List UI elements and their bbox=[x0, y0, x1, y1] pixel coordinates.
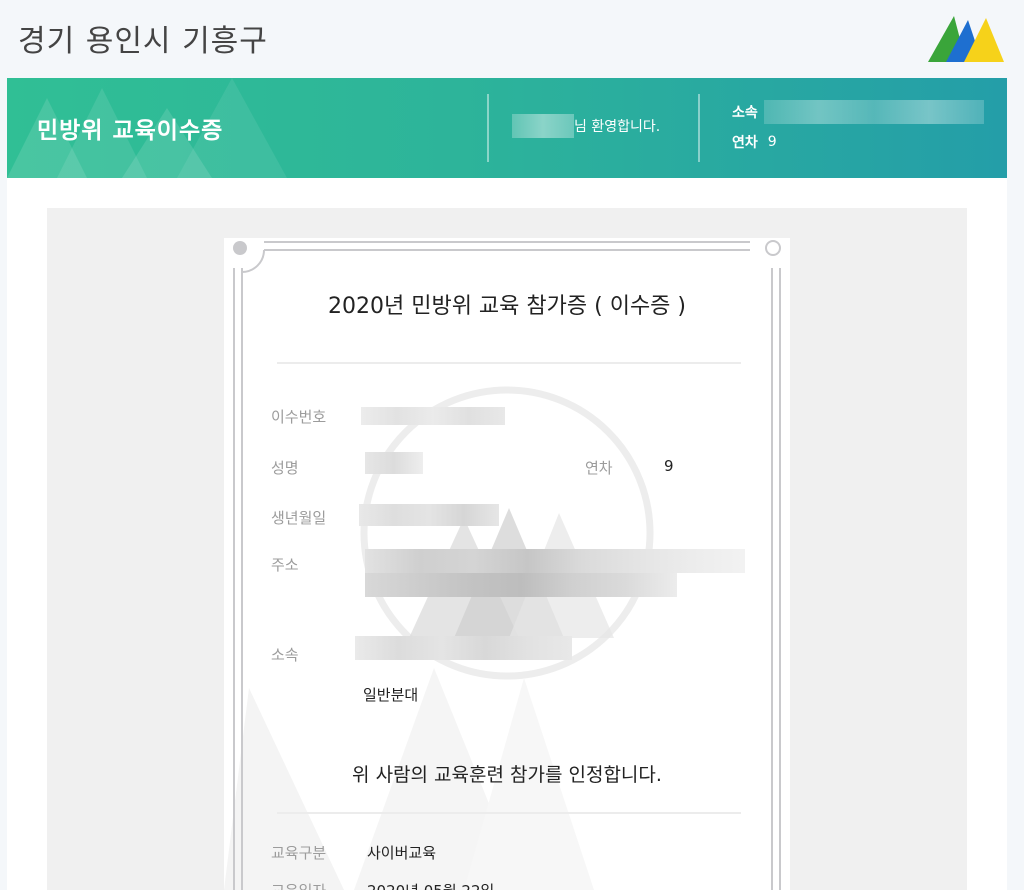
redacted-address-line-2 bbox=[365, 573, 677, 597]
year-label: 연차 bbox=[585, 459, 613, 477]
redacted-affiliation bbox=[355, 636, 572, 660]
city-title: 경기 용인시 기흥구 bbox=[18, 24, 268, 59]
banner-divider bbox=[487, 94, 489, 162]
redacted-address-line-1 bbox=[365, 549, 745, 573]
top-bar: 경기 용인시 기흥구 bbox=[0, 0, 1024, 78]
welcome-suffix: 님 환영합니다. bbox=[574, 119, 661, 135]
banner: 민방위 교육이수증 님 환영합니다. 소속 연차 9 bbox=[7, 78, 1007, 178]
welcome-message: 님 환영합니다. bbox=[512, 114, 660, 138]
birth-date-label: 생년월일 bbox=[271, 509, 327, 527]
redacted-affiliation bbox=[763, 100, 984, 124]
redacted-birth-date bbox=[359, 504, 499, 526]
affiliation-label: 소속 bbox=[732, 105, 758, 121]
education-type-value: 사이버교육 bbox=[367, 844, 437, 862]
affiliation-label: 소속 bbox=[271, 646, 299, 664]
year-value: 9 bbox=[664, 457, 674, 475]
year-label: 연차 bbox=[732, 135, 758, 151]
city-logo-icon[interactable] bbox=[928, 14, 1006, 64]
unit-value: 일반분대 bbox=[363, 686, 419, 704]
banner-affiliation: 소속 bbox=[732, 100, 984, 124]
banner-divider bbox=[698, 94, 700, 162]
education-date-label: 교육일자 bbox=[271, 880, 326, 890]
address-label: 주소 bbox=[271, 556, 299, 574]
divider bbox=[277, 812, 741, 814]
education-type-label: 교육구분 bbox=[271, 844, 327, 862]
certificate: 2020년 민방위 교육 참가증 ( 이수증 ) 이수번호 성명 연차 9 생년… bbox=[224, 238, 790, 890]
redacted-user-name bbox=[512, 114, 574, 138]
recognition-statement: 위 사람의 교육훈련 참가를 인정합니다. bbox=[352, 764, 662, 786]
divider bbox=[277, 362, 741, 364]
banner-year: 연차 9 bbox=[732, 132, 777, 152]
redacted-certificate-number bbox=[361, 407, 505, 425]
name-label: 성명 bbox=[271, 459, 299, 477]
redacted-name bbox=[365, 452, 423, 474]
year-value: 9 bbox=[767, 134, 777, 150]
certificate-title: 2020년 민방위 교육 참가증 ( 이수증 ) bbox=[328, 294, 686, 319]
banner-title: 민방위 교육이수증 bbox=[37, 118, 224, 144]
education-date-value: 2020년 05월 22일 bbox=[367, 880, 494, 890]
certificate-number-label: 이수번호 bbox=[271, 408, 327, 426]
